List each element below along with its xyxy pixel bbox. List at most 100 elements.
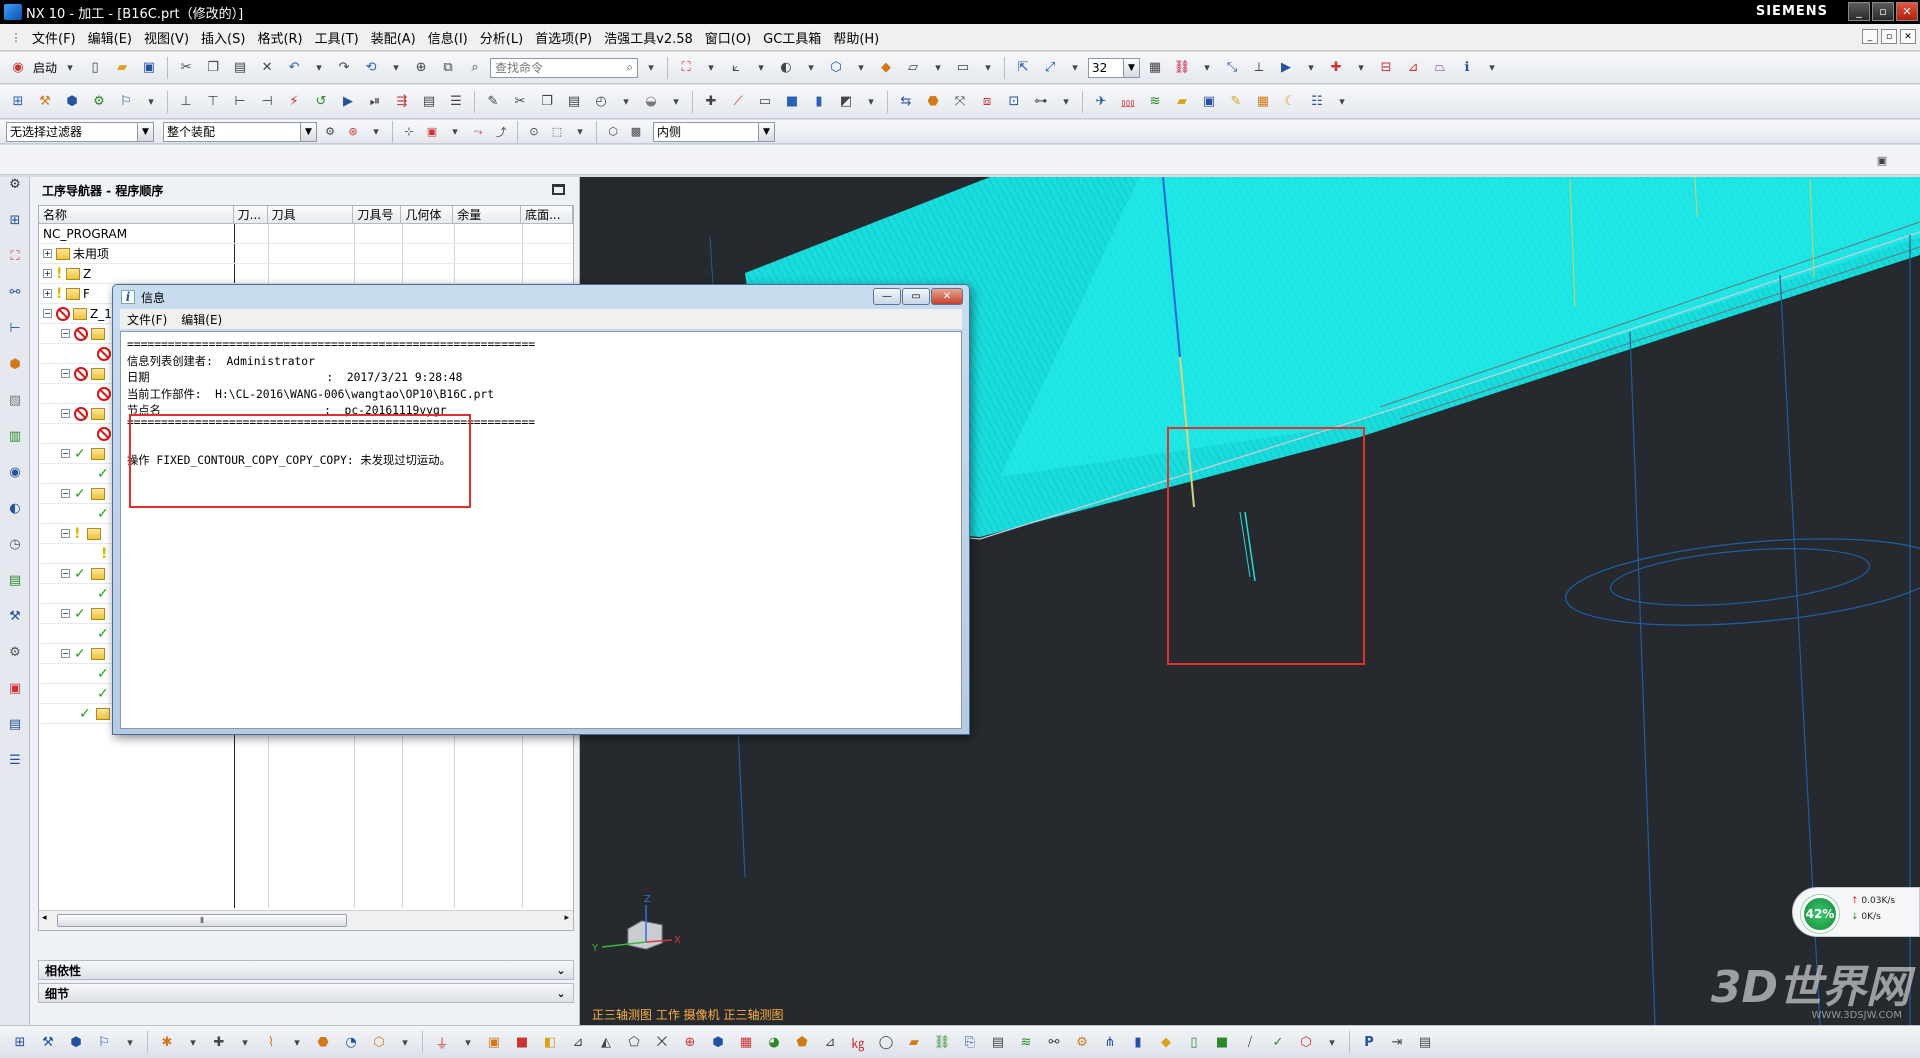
point-dropdown-icon[interactable]: ▾ [1351,58,1371,78]
reuse-library-tab-icon[interactable]: ▥ [3,423,27,449]
mdi-close-button[interactable]: ✕ [1900,29,1916,44]
column-tool-number[interactable]: 刀具号 [353,206,402,223]
replay-toolpath-icon[interactable]: ↺ [309,90,333,114]
cylinder-icon[interactable]: ▮ [1126,1030,1150,1054]
menu-insert[interactable]: 插入(S) [195,28,251,47]
delete-icon[interactable]: ✕ [255,56,279,80]
cylinder-icon[interactable]: ▮ [807,90,831,114]
wave-linker-icon[interactable]: ⬣ [921,90,945,114]
layer-stack-icon[interactable]: ≋ [1143,90,1167,114]
dropdown-arrow-icon[interactable]: ▾ [120,1032,140,1052]
background-dropdown-icon[interactable]: ▾ [978,58,998,78]
yellow-block-icon[interactable]: ◆ [1154,1030,1178,1054]
create-program-icon[interactable]: ⊞ [8,1030,32,1054]
menu-analysis[interactable]: 分析(L) [474,28,529,47]
selection-box-icon[interactable]: ⬚ [547,122,567,142]
paste-object-icon[interactable]: ▤ [562,90,586,114]
create-method-icon[interactable]: ⚐ [92,1030,116,1054]
thread-mill-icon[interactable]: ⬢ [706,1030,730,1054]
information-text-area[interactable]: ========================================… [120,331,962,729]
repeat-dropdown-icon[interactable]: ▾ [386,58,406,78]
boolean-dropdown-icon[interactable]: ▾ [861,92,881,112]
dialog-menu-edit[interactable]: 编辑(E) [174,311,229,328]
cut-icon[interactable]: ✂ [174,56,198,80]
mdi-restore-button[interactable]: ▫ [1881,29,1897,44]
menu-information[interactable]: 信息(I) [422,28,474,47]
mill-dropdown-icon[interactable]: ▾ [458,1032,478,1052]
column-geometry[interactable]: 几何体 [401,206,454,223]
restore-button[interactable]: ▫ [1872,2,1894,21]
dialog-minimize-button[interactable]: — [873,288,901,305]
inside-option-select[interactable]: 内侧 ▼ [653,121,775,142]
view-dropdown-icon[interactable]: ▾ [851,58,871,78]
method-view-icon[interactable]: ⊣ [255,90,279,114]
feature-icon[interactable]: ✱ [155,1030,179,1054]
menu-help[interactable]: 帮助(H) [827,28,885,47]
start-icon[interactable]: ◉ [6,56,30,80]
hole-dropdown-icon[interactable]: ▾ [395,1032,415,1052]
draft-analysis-icon[interactable]: ⊿ [818,1030,842,1054]
menu-format[interactable]: 格式(R) [251,28,308,47]
revolve-icon[interactable]: ◔ [339,1030,363,1054]
copy-object-icon[interactable]: ❐ [535,90,559,114]
undo-dropdown-icon[interactable]: ▾ [309,58,329,78]
history-tab-icon[interactable]: ◐ [3,495,27,521]
group-folder-icon[interactable]: ▰ [902,1030,926,1054]
layer-dropdown-icon[interactable]: ▾ [928,58,948,78]
edit-object-icon[interactable]: ✎ [481,90,505,114]
part-icon[interactable]: ▣ [482,1030,506,1054]
mdi-minimize-button[interactable]: _ [1862,29,1878,44]
check-geometry-icon[interactable]: ⊿ [566,1030,590,1054]
view-cube-icon[interactable]: ⬡ [824,56,848,80]
render-dropdown-icon[interactable]: ▾ [801,58,821,78]
snap-dropdown-icon[interactable]: ▾ [445,122,465,142]
snap-view-icon[interactable]: ⇱ [1011,56,1035,80]
menu-edit[interactable]: 编辑(E) [82,28,138,47]
menu-assembly[interactable]: 装配(A) [365,28,422,47]
tree-row-z[interactable]: + ! Z [39,264,573,284]
expand-toggle-icon[interactable]: − [61,329,70,338]
menu-haoqiang-tools[interactable]: 浩强工具v2.58 [598,28,699,47]
layer-icon[interactable]: ▱ [901,56,925,80]
scrollbar-thumb[interactable]: ⦀ [57,914,347,927]
undo-icon[interactable]: ↶ [282,56,306,80]
web-browser-tab-icon[interactable]: ◉ [3,459,27,485]
contour-mill-icon[interactable]: ⨉ [650,1030,674,1054]
command-search-input[interactable]: 查找命令 ⌕ [490,57,639,78]
column-toolpath[interactable]: 刀... [234,206,268,223]
program-order-view-icon[interactable]: ⊥ [174,90,198,114]
create-geometry-icon[interactable]: ⬢ [64,1030,88,1054]
network-monitor-widget[interactable]: 42% ↑ 0.03K/s ↓ 0K/s [1792,887,1920,937]
fit-view-icon[interactable]: ⛶ [674,56,698,80]
expand-toggle-icon[interactable]: − [61,449,70,458]
operation-navigator-tab-icon[interactable]: ⊢ [3,315,27,341]
menu-gc-toolbox[interactable]: GC工具箱 [757,28,827,47]
calculator-icon[interactable]: ▦ [1251,90,1275,114]
hole-icon[interactable]: ⬡ [367,1030,391,1054]
wcs-icon[interactable]: ⤢ [1038,56,1062,80]
analysis-icon[interactable]: ▶ [1274,56,1298,80]
expand-toggle-icon[interactable]: − [61,529,70,538]
dialog-close-button[interactable]: ✕ [931,288,963,305]
green-rect-icon[interactable]: ■ [1210,1030,1234,1054]
solid-select-icon[interactable]: ⬡ [603,122,623,142]
filter-dropdown-icon[interactable]: ▾ [366,122,386,142]
constraint-navigator-tab-icon[interactable]: ⛶ [3,243,27,269]
dialog-title-bar[interactable]: i 信息 [113,285,969,309]
box-icon[interactable]: ⬡ [1294,1030,1318,1054]
tree-row-nc-program[interactable]: NC_PROGRAM [39,224,573,244]
create-geometry-icon[interactable]: ⬢ [60,90,84,114]
command-finder-icon[interactable]: ⌕ [463,56,487,80]
datum-point-icon[interactable]: ✚ [207,1030,231,1054]
expand-toggle-icon[interactable]: + [43,289,52,298]
report-icon[interactable]: ▤ [1413,1030,1437,1054]
sketch-icon[interactable]: ⌇ [259,1030,283,1054]
column-tool[interactable]: 刀具 [268,206,354,223]
extrude-icon[interactable]: ⬣ [311,1030,335,1054]
line-icon[interactable]: ⟋ [726,90,750,114]
expand-toggle-icon[interactable]: + [43,269,52,278]
mill-operation-icon[interactable]: ⏚ [430,1030,454,1054]
color-face-icon[interactable]: ⬟ [790,1030,814,1054]
documentation-tab-icon[interactable]: ☰ [3,747,27,773]
info-icon[interactable]: ℹ [1455,56,1479,80]
